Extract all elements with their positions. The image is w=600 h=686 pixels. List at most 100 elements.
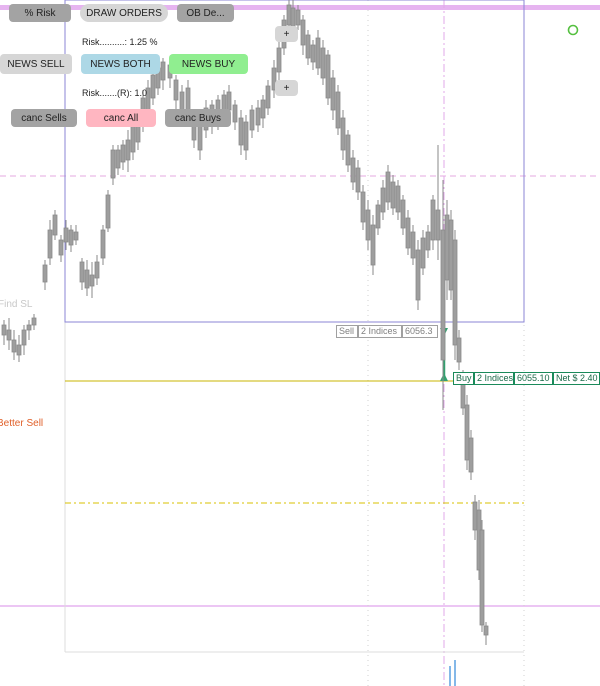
- cancel-all-button[interactable]: canc All: [86, 109, 156, 127]
- candle-body: [42, 264, 48, 283]
- candle-body: [243, 121, 249, 151]
- buy-price-label: 6055.10: [514, 372, 553, 385]
- candle-body: [400, 199, 406, 229]
- increase-risk-button[interactable]: +: [275, 26, 298, 42]
- candle-body: [472, 501, 478, 531]
- better-sell-label: Better Sell: [0, 418, 44, 429]
- candle-body: [52, 214, 58, 236]
- candle-body: [310, 44, 316, 63]
- sell-price-label: 6056.3: [402, 325, 438, 338]
- candle-body: [276, 47, 282, 73]
- cancel-sells-button[interactable]: canc Sells: [11, 109, 77, 127]
- draw-orders-button[interactable]: DRAW ORDERS: [80, 4, 168, 22]
- candle-body: [305, 34, 311, 59]
- candle-body: [47, 229, 53, 259]
- circle-status-icon[interactable]: [567, 24, 579, 36]
- candle-body: [1, 324, 7, 336]
- candle-body: [370, 224, 376, 266]
- candle-body: [360, 191, 366, 223]
- risk-percent-label: Risk..........: 1.25 %: [82, 37, 158, 47]
- candle-body: [173, 79, 179, 101]
- candle-body: [456, 337, 462, 363]
- candle-body: [255, 107, 261, 126]
- candle-body: [179, 91, 185, 111]
- candle-body: [425, 231, 431, 251]
- candle-body: [375, 204, 381, 229]
- candle-body: [479, 529, 485, 626]
- candle-body: [265, 85, 271, 109]
- candle-body: [350, 157, 356, 183]
- candle-body: [58, 239, 64, 256]
- candle-body: [232, 104, 238, 123]
- candle-body: [21, 329, 27, 346]
- risk-percent-button[interactable]: % Risk: [9, 4, 71, 22]
- candle-body: [335, 91, 341, 129]
- sell-side-label: Sell: [336, 325, 358, 338]
- candle-body: [150, 74, 156, 99]
- buy-side-label: Buy: [453, 372, 474, 385]
- news-sell-button[interactable]: NEWS SELL: [0, 54, 72, 74]
- candle-body: [110, 149, 116, 179]
- find-sl-label: Find SL: [0, 299, 33, 310]
- candle-body: [415, 249, 421, 301]
- increase-risk-r-button[interactable]: +: [275, 80, 298, 96]
- candle-body: [84, 269, 90, 289]
- candle-body: [94, 261, 100, 279]
- candle-body: [105, 194, 111, 229]
- candle-body: [395, 185, 401, 213]
- candle-body: [300, 19, 306, 46]
- candle-body: [6, 329, 12, 341]
- candle-body: [320, 47, 326, 79]
- candle-body: [444, 214, 450, 281]
- ob-de-button[interactable]: OB De...: [177, 4, 234, 22]
- candle-body: [390, 181, 396, 209]
- news-both-button[interactable]: NEWS BOTH: [81, 54, 160, 74]
- candle-body: [440, 229, 446, 361]
- candle-body: [130, 124, 136, 153]
- candle-body: [355, 167, 361, 193]
- candle-body: [260, 99, 266, 119]
- risk-r-label: Risk.......(R): 1.0: [82, 88, 148, 98]
- buy-qty-label: 2 Indices: [474, 372, 514, 385]
- candle-body: [120, 144, 126, 163]
- candle-body: [345, 134, 351, 166]
- candle-body: [286, 4, 292, 26]
- buy-net-label: Net $ 2.40: [553, 372, 600, 385]
- candle-body: [295, 9, 301, 26]
- candle-body: [405, 217, 411, 249]
- candle-body: [448, 219, 454, 291]
- candle-body: [238, 117, 244, 146]
- candle-body: [31, 317, 37, 326]
- candle-body: [11, 339, 17, 353]
- candle-body: [89, 274, 95, 287]
- candle-body: [435, 209, 441, 241]
- candle-body: [420, 237, 426, 269]
- candle-body: [325, 54, 331, 99]
- candle-body: [315, 37, 321, 69]
- cancel-buys-button[interactable]: canc Buys: [165, 109, 231, 127]
- candle-body: [464, 404, 470, 461]
- news-buy-button[interactable]: NEWS BUY: [169, 54, 248, 74]
- candle-body: [16, 344, 22, 356]
- candle-body: [365, 209, 371, 241]
- candle-body: [385, 171, 391, 203]
- candle-body: [63, 227, 69, 243]
- candle-body: [26, 324, 32, 331]
- price-chart[interactable]: [0, 0, 600, 686]
- candle-body: [340, 117, 346, 151]
- candle-body: [410, 231, 416, 259]
- candle-body: [330, 77, 336, 111]
- buy-arrow-icon: [440, 373, 448, 381]
- candle-body: [125, 139, 131, 161]
- candle-body: [380, 187, 386, 213]
- candle-body: [68, 229, 74, 246]
- sell-qty-label: 2 Indices: [358, 325, 402, 338]
- candle-body: [160, 61, 166, 81]
- candle-body: [483, 625, 489, 636]
- candle-body: [100, 229, 106, 259]
- candle-body: [79, 261, 85, 283]
- candle-body: [73, 231, 79, 241]
- candle-body: [430, 199, 436, 241]
- candle-body: [226, 91, 232, 111]
- candle-body: [249, 109, 255, 131]
